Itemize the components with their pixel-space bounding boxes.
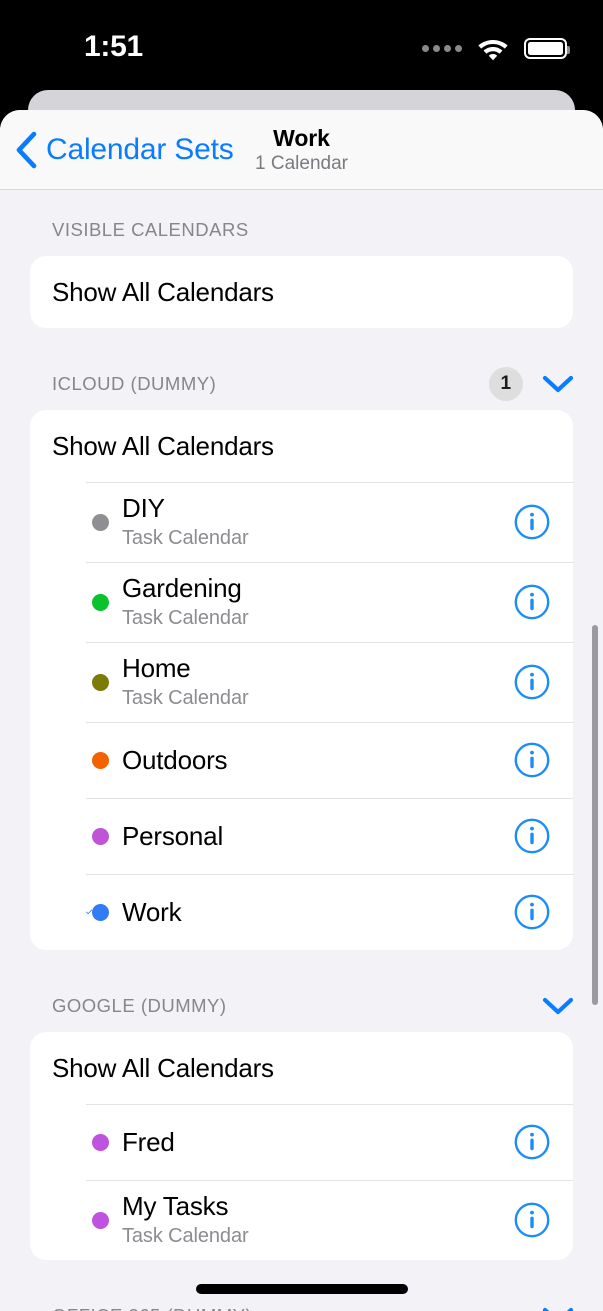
row-text: Outdoors: [122, 734, 501, 787]
info-circle-icon[interactable]: [513, 503, 551, 541]
status-bar: 1:51: [0, 0, 603, 92]
calendar-color-dot: [92, 673, 109, 691]
calendar-name: Outdoors: [122, 744, 228, 775]
show-all-calendars-row-icloud[interactable]: Show All Calendars: [30, 410, 573, 482]
info-circle-icon[interactable]: [513, 583, 551, 621]
row-text: Gardening Task Calendar: [122, 562, 501, 642]
row-title: Show All Calendars: [52, 276, 274, 307]
section-header-label: GOOGLE (DUMMY): [52, 995, 227, 1016]
row-text: Work: [122, 886, 501, 939]
chevron-down-icon[interactable]: [541, 995, 575, 1017]
calendar-row[interactable]: DIY Task Calendar: [30, 482, 573, 562]
info-circle-icon[interactable]: [513, 893, 551, 931]
settings-scroll-area[interactable]: VISIBLE CALENDARS Show All Calendars ICL…: [0, 190, 603, 1311]
calendar-row[interactable]: Home Task Calendar: [30, 642, 573, 722]
back-button-label: Calendar Sets: [46, 133, 234, 166]
home-indicator: [195, 1284, 408, 1294]
calendar-name: Home: [122, 653, 191, 683]
calendar-color-dot: [92, 751, 109, 769]
calendar-color-dot: [92, 513, 109, 531]
row-text: Home Task Calendar: [122, 642, 501, 722]
calendar-color-dot: [92, 1211, 109, 1229]
calendar-name: DIY: [122, 493, 165, 523]
calendar-row[interactable]: Fred: [30, 1104, 573, 1180]
row-text: Show All Calendars: [52, 1042, 551, 1095]
section-header-icloud: ICLOUD (DUMMY) 1: [0, 358, 603, 410]
modal-sheet: Calendar Sets Work 1 Calendar VISIBLE CA…: [0, 110, 603, 1311]
calendar-name: Gardening: [122, 573, 242, 603]
row-text: DIY Task Calendar: [122, 482, 501, 562]
cellular-dots-icon: [422, 45, 462, 52]
chevron-down-icon[interactable]: [541, 1305, 575, 1311]
section-card-icloud: Show All Calendars DIY Task Calendar Gar…: [30, 410, 573, 950]
row-text: Fred: [122, 1116, 501, 1169]
calendar-name: Fred: [122, 1126, 175, 1157]
show-all-calendars-row-google[interactable]: Show All Calendars: [30, 1032, 573, 1104]
calendar-subtitle: Task Calendar: [122, 527, 249, 549]
info-circle-icon[interactable]: [513, 817, 551, 855]
calendar-color-dot: [92, 593, 109, 611]
calendar-row[interactable]: Gardening Task Calendar: [30, 562, 573, 642]
calendar-row[interactable]: Personal: [30, 798, 573, 874]
row-title: Show All Calendars: [52, 430, 274, 461]
section-header-visible-calendars: VISIBLE CALENDARS: [0, 204, 603, 256]
row-text: Show All Calendars: [52, 420, 551, 473]
status-bar-time: 1:51: [84, 30, 143, 63]
icloud-selected-count-badge: 1: [489, 367, 523, 401]
calendar-color-dot: [92, 1133, 109, 1151]
calendar-row[interactable]: Outdoors: [30, 722, 573, 798]
info-circle-icon[interactable]: [513, 1201, 551, 1239]
row-text: Personal: [122, 810, 501, 863]
calendar-subtitle: Task Calendar: [122, 1225, 249, 1247]
calendar-row-selected[interactable]: Work: [30, 874, 573, 950]
battery-full-icon: [524, 38, 570, 59]
info-circle-icon[interactable]: [513, 1123, 551, 1161]
calendar-name: Work: [122, 896, 182, 927]
row-text: Show All Calendars: [52, 266, 551, 319]
chevron-down-icon[interactable]: [541, 373, 575, 395]
back-button[interactable]: Calendar Sets: [14, 110, 234, 190]
status-bar-indicators: [422, 36, 570, 61]
chevron-left-icon: [16, 131, 37, 169]
check-slot: [52, 900, 92, 924]
section-header-label: VISIBLE CALENDARS: [52, 219, 249, 240]
row-text: My Tasks Task Calendar: [122, 1180, 501, 1260]
calendar-subtitle: Task Calendar: [122, 607, 249, 629]
row-title: Show All Calendars: [52, 1052, 274, 1083]
section-header-label: OFFICE 365 (DUMMY): [52, 1305, 252, 1311]
section-header-label: ICLOUD (DUMMY): [52, 373, 217, 394]
phone-screen: 1:51 Calendar Sets Work 1 Calendar VISIB…: [0, 0, 603, 1311]
show-all-calendars-row-visible[interactable]: Show All Calendars: [30, 256, 573, 328]
calendar-row[interactable]: My Tasks Task Calendar: [30, 1180, 573, 1260]
section-card-google: Show All Calendars Fred My Tasks Task Ca…: [30, 1032, 573, 1260]
calendar-color-dot: [92, 903, 109, 921]
calendar-name: Personal: [122, 820, 224, 851]
calendar-color-dot: [92, 827, 109, 845]
wifi-icon: [478, 40, 508, 61]
info-circle-icon[interactable]: [513, 741, 551, 779]
section-card-visible-calendars: Show All Calendars: [30, 256, 573, 328]
calendar-name: My Tasks: [122, 1191, 229, 1221]
calendar-subtitle: Task Calendar: [122, 687, 249, 709]
nav-bar: Calendar Sets Work 1 Calendar: [0, 110, 603, 190]
info-circle-icon[interactable]: [513, 663, 551, 701]
section-header-google: GOOGLE (DUMMY): [0, 980, 603, 1032]
vertical-scrollbar[interactable]: [592, 625, 598, 1005]
